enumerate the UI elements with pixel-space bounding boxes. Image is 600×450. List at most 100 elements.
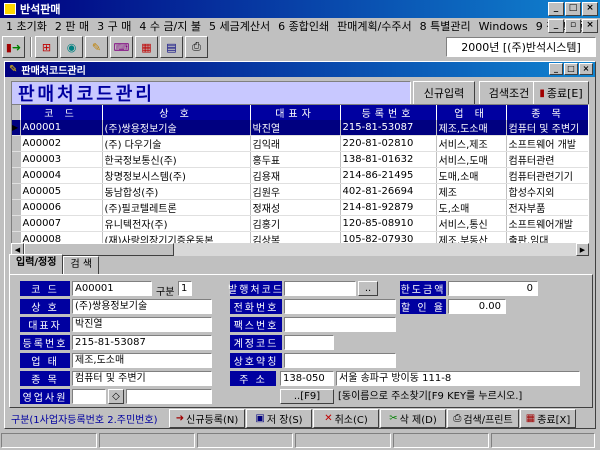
- column-header-biz[interactable]: 업 태: [436, 105, 507, 120]
- grid-cell[interactable]: 도매,소매: [436, 167, 507, 184]
- row-indicator[interactable]: [12, 215, 21, 232]
- grid-cell[interactable]: 김원우: [250, 183, 341, 200]
- table-row[interactable]: A00005 동남합성(주) 김원우 402-81-26694 제조 합성수지외: [12, 183, 588, 200]
- grid-cell[interactable]: 김홍기: [250, 215, 341, 232]
- grid-cell[interactable]: 김익래: [250, 135, 341, 152]
- issue-code-lookup-button[interactable]: ..: [358, 281, 378, 296]
- current-row-icon[interactable]: ▶: [12, 120, 21, 136]
- grid-cell[interactable]: A00007: [20, 215, 103, 232]
- name-input[interactable]: (주)쌍용정보기술: [72, 299, 212, 314]
- new-entry-button[interactable]: 신규입력: [413, 81, 475, 105]
- item-input[interactable]: 컴퓨터 및 주변기: [72, 371, 212, 386]
- grid-cell[interactable]: 창명정보시스템(주): [102, 167, 251, 184]
- keyboard-icon[interactable]: ⌨: [110, 36, 133, 58]
- grid-icon[interactable]: ▦: [135, 36, 158, 58]
- printer-icon[interactable]: ⎙: [185, 36, 208, 58]
- grid-cell[interactable]: 120-85-08910: [340, 215, 437, 232]
- row-indicator[interactable]: [12, 199, 21, 216]
- fax-input[interactable]: [284, 317, 396, 332]
- grid-cell[interactable]: A00003: [20, 151, 103, 168]
- minimize-button[interactable]: _: [548, 2, 564, 16]
- column-header-regno[interactable]: 등록번호: [340, 105, 437, 120]
- exit-button[interactable]: ▮ 종료[E]: [533, 81, 589, 105]
- sales-rep-lookup-icon[interactable]: ◇: [108, 389, 124, 404]
- column-header-name[interactable]: 상 호: [102, 105, 251, 120]
- print-button[interactable]: ⎙ 검색/프린트: [447, 408, 519, 428]
- table-row[interactable]: A00003 한국정보통신(주) 홍두표 138-81-01632 서비스,도매 컴퓨터관…: [12, 151, 588, 168]
- menu-sales-plan[interactable]: 판매계획/수주서: [333, 18, 416, 34]
- grid-cell[interactable]: 214-86-21495: [340, 167, 437, 184]
- address-input[interactable]: 서울 송파구 방이동 111-8: [336, 371, 580, 386]
- row-indicator[interactable]: [12, 167, 21, 184]
- grid-cell[interactable]: 합성수지외: [506, 183, 588, 200]
- phone-input[interactable]: [284, 299, 396, 314]
- globe-icon[interactable]: ◉: [60, 36, 83, 58]
- menu-special[interactable]: 8 특별관리: [416, 18, 475, 34]
- menu-init[interactable]: 1 초기화: [2, 18, 51, 34]
- table-row[interactable]: ▶ A00001 (주)쌍용정보기술 박진열 215-81-53087 제조,도소매 컴퓨터…: [12, 120, 588, 136]
- row-indicator[interactable]: [12, 135, 21, 152]
- grid-cell[interactable]: 138-81-01632: [340, 151, 437, 168]
- save-button[interactable]: ▣ 저 장(S): [246, 408, 312, 428]
- menu-payment[interactable]: 4 수 금/지 불: [135, 18, 205, 34]
- table-row[interactable]: A00007 유니텍전자(주) 김홍기 120-85-08910 서비스,통신 소프트웨어…: [12, 215, 588, 232]
- menu-sales[interactable]: 2 판 매: [51, 18, 93, 34]
- grid-cell[interactable]: A00006: [20, 199, 103, 216]
- gubun-input[interactable]: 1: [178, 281, 192, 296]
- grid-cell[interactable]: 전자부품: [506, 199, 588, 216]
- grid-cell[interactable]: 소프트웨어개발: [506, 215, 588, 232]
- grid-cell[interactable]: (주)필코텔레트론: [102, 199, 251, 216]
- grid-cell[interactable]: 컴퓨터관련기기: [506, 167, 588, 184]
- grid-cell[interactable]: 220-81-02810: [340, 135, 437, 152]
- cancel-button[interactable]: ✕ 취소(C): [313, 408, 379, 428]
- zip-search-button[interactable]: ..[F9]: [280, 389, 334, 404]
- network-icon[interactable]: ⊞: [35, 36, 58, 58]
- grid-cell[interactable]: 도,소매: [436, 199, 507, 216]
- grid-cell[interactable]: 제조,도소매: [436, 120, 507, 136]
- row-indicator[interactable]: [12, 183, 21, 200]
- grid-cell[interactable]: 서비스,제조: [436, 135, 507, 152]
- customer-grid[interactable]: 코 드 상 호 대표자 등록번호 업 태 종 목 ▶ A00001 (주)쌍용정보기…: [11, 104, 589, 252]
- menu-print[interactable]: 6 종합인쇄: [274, 18, 333, 34]
- grid-cell[interactable]: 김용재: [250, 167, 341, 184]
- close-button[interactable]: ×: [582, 2, 598, 16]
- grid-cell[interactable]: 서비스,통신: [436, 215, 507, 232]
- account-code-input[interactable]: [284, 335, 334, 350]
- mdi-close-button[interactable]: ×: [582, 19, 598, 33]
- grid-cell[interactable]: 402-81-26694: [340, 183, 437, 200]
- calculator-icon[interactable]: ▤: [160, 36, 183, 58]
- grid-cell[interactable]: 홍두표: [250, 151, 341, 168]
- row-indicator[interactable]: [12, 151, 21, 168]
- child-maximize-button[interactable]: □: [564, 63, 578, 75]
- pencil-icon[interactable]: ✎: [85, 36, 108, 58]
- child-minimize-button[interactable]: _: [549, 63, 563, 75]
- regno-input[interactable]: 215-81-53087: [72, 335, 212, 350]
- menu-purchase[interactable]: 3 구 매: [93, 18, 135, 34]
- discount-input[interactable]: 0.00: [448, 299, 506, 314]
- mdi-restore-button[interactable]: ▫: [565, 19, 581, 33]
- register-button[interactable]: ➜ 신규등록(N): [169, 408, 245, 428]
- column-header-item[interactable]: 종 목: [506, 105, 588, 120]
- grid-cell[interactable]: 동남합성(주): [102, 183, 251, 200]
- grid-cell[interactable]: 제조: [436, 183, 507, 200]
- grid-cell[interactable]: (주) 다우기술: [102, 135, 251, 152]
- ceo-input[interactable]: 박진열: [72, 317, 212, 332]
- grid-cell[interactable]: 유니텍전자(주): [102, 215, 251, 232]
- tab-search[interactable]: 검 색: [63, 256, 100, 274]
- grid-cell[interactable]: A00004: [20, 167, 103, 184]
- column-header-code[interactable]: 코 드: [20, 105, 103, 120]
- grid-cell[interactable]: (주)쌍용정보기술: [102, 120, 251, 136]
- table-row[interactable]: A00006 (주)필코텔레트론 정재성 214-81-92879 도,소매 전자부품: [12, 199, 588, 216]
- exit-door-icon[interactable]: ▮ ➜: [2, 36, 25, 58]
- grid-cell[interactable]: 서비스,도매: [436, 151, 507, 168]
- mdi-minimize-button[interactable]: _: [548, 19, 564, 33]
- grid-cell[interactable]: A00001: [20, 120, 103, 136]
- grid-cell[interactable]: A00005: [20, 183, 103, 200]
- exit-form-button[interactable]: ▦ 종료[X]: [520, 408, 576, 428]
- grid-cell[interactable]: 컴퓨터관련: [506, 151, 588, 168]
- maximize-button[interactable]: □: [565, 2, 581, 16]
- zip-input[interactable]: 138-050: [280, 371, 334, 386]
- sales-rep-code-input[interactable]: [72, 389, 106, 404]
- credit-limit-input[interactable]: 0: [448, 281, 538, 296]
- table-row[interactable]: A00002 (주) 다우기술 김익래 220-81-02810 서비스,제조 소프트웨어…: [12, 135, 588, 152]
